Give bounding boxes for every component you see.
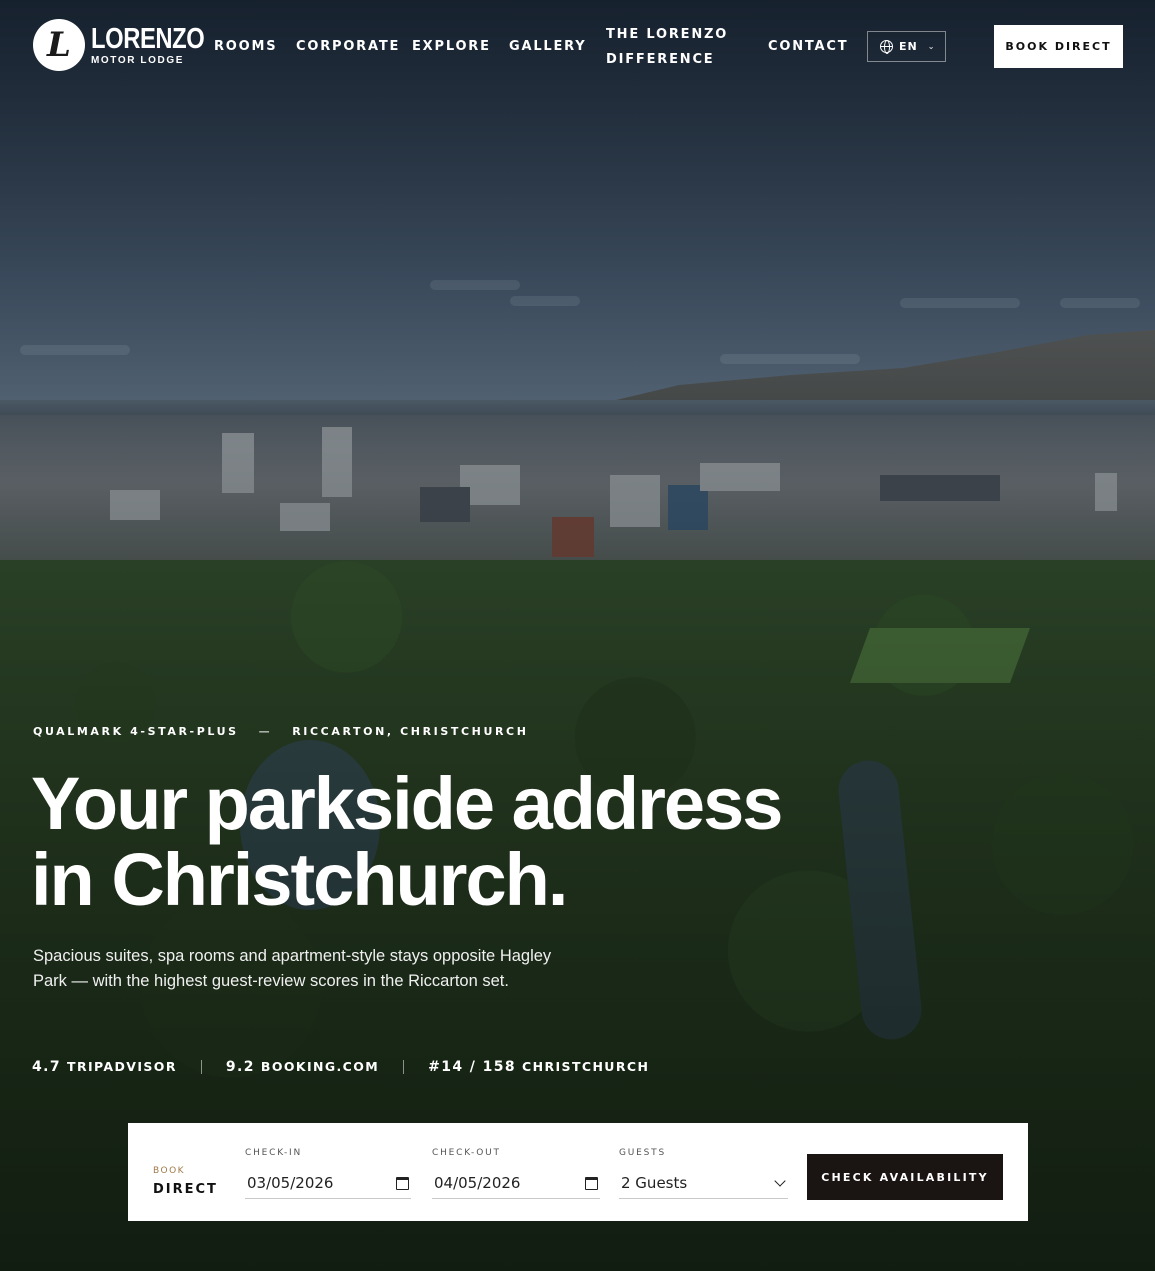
brand-subtitle: MOTOR LODGE xyxy=(91,54,184,66)
calendar-icon[interactable] xyxy=(396,1176,409,1190)
brand-logo[interactable]: L LORENZO MOTOR LODGE xyxy=(33,19,229,71)
qualmark-rating: QUALMARK 4-STAR-PLUS xyxy=(33,725,239,738)
hero-description: Spacious suites, spa rooms and apartment… xyxy=(33,947,552,990)
hero-headline: Your parkside address in Christchurch. xyxy=(31,762,783,921)
globe-icon xyxy=(880,40,893,54)
review-ratings: 4.7 TRIPADVISOR 9.2 BOOKING.COM #14 / 15… xyxy=(32,1059,649,1075)
nav-contact[interactable]: CONTACT xyxy=(768,34,848,59)
hero-eyebrow: QUALMARK 4-STAR-PLUS — RICCARTON, CHRIST… xyxy=(33,725,529,738)
booking-label: BOOK DIRECT xyxy=(153,1166,218,1197)
checkin-date-input[interactable]: 03/05/2026 xyxy=(245,1168,411,1199)
guests-select[interactable]: 2 Guests xyxy=(619,1168,788,1199)
language-code: EN xyxy=(899,40,918,53)
chevron-down-icon: ⌄ xyxy=(927,42,936,51)
hero-background-image xyxy=(0,0,1155,1271)
language-selector[interactable]: EN ⌄ xyxy=(867,31,946,62)
nav-the-lorenzo-difference[interactable]: THE LORENZO DIFFERENCE xyxy=(606,22,728,72)
brand-name: LORENZO xyxy=(91,22,205,55)
nav-rooms[interactable]: ROOMS xyxy=(214,34,277,59)
check-availability-button[interactable]: CHECK AVAILABILITY xyxy=(807,1154,1003,1200)
logo-monogram-icon: L xyxy=(33,19,85,71)
checkout-date-input[interactable]: 04/05/2026 xyxy=(432,1168,600,1199)
nav-explore[interactable]: EXPLORE xyxy=(412,34,491,59)
rating-booking-com: 9.2 BOOKING.COM xyxy=(225,1059,380,1075)
chevron-down-icon xyxy=(774,1175,786,1187)
booking-widget: BOOK DIRECT CHECK-IN 03/05/2026 CHECK-OU… xyxy=(128,1123,1028,1221)
rating-tripadvisor: 4.7 TRIPADVISOR xyxy=(32,1059,177,1075)
checkout-field: CHECK-OUT 04/05/2026 xyxy=(432,1148,600,1199)
guests-field: GUESTS 2 Guests xyxy=(619,1148,788,1199)
location-label: RICCARTON, CHRISTCHURCH xyxy=(292,725,529,738)
checkin-field: CHECK-IN 03/05/2026 xyxy=(245,1148,411,1199)
site-header: L LORENZO MOTOR LODGE ROOMS CORPORATE EX… xyxy=(0,0,1155,95)
book-direct-button[interactable]: BOOK DIRECT xyxy=(994,25,1123,68)
rating-christchurch-rank: #14 / 158 CHRISTCHURCH xyxy=(428,1059,650,1075)
nav-gallery[interactable]: GALLERY xyxy=(509,34,587,59)
calendar-icon[interactable] xyxy=(585,1176,598,1190)
nav-corporate[interactable]: CORPORATE xyxy=(296,34,400,59)
